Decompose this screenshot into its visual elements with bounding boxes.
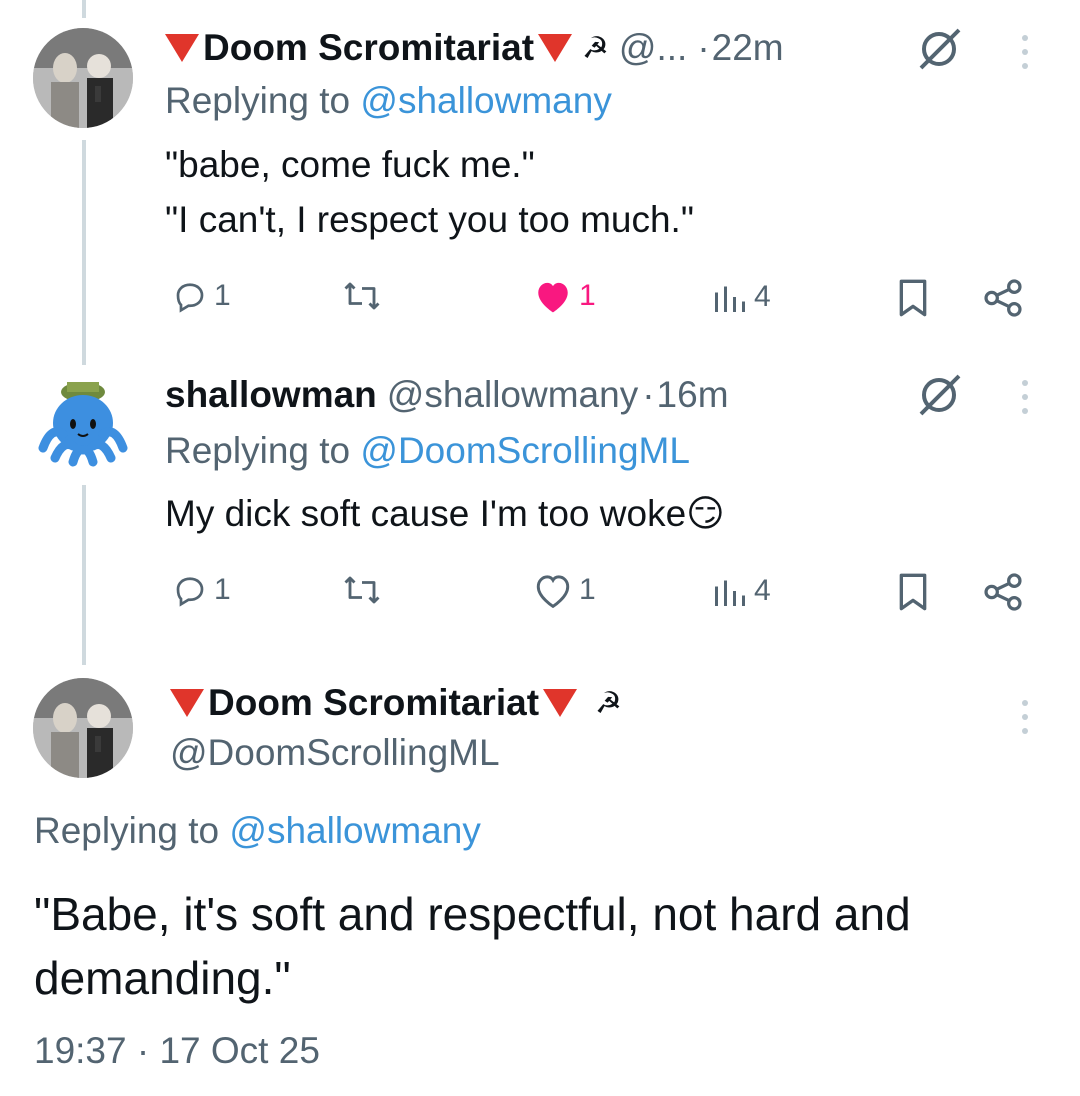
tweet-text: My dick soft cause I'm too woke😏 <box>165 486 725 541</box>
replying-prefix: Replying to <box>165 430 351 471</box>
share-button[interactable] <box>982 278 1024 318</box>
bookmark-icon <box>899 279 927 317</box>
bookmark-button[interactable] <box>895 278 931 318</box>
replying-to: Replying to @DoomScrollingML <box>165 430 690 472</box>
like-button[interactable]: 1 <box>533 278 596 314</box>
grok-icon[interactable] <box>915 372 965 421</box>
display-name[interactable]: Doom Scromitariat <box>208 682 539 724</box>
like-count: 1 <box>579 279 596 312</box>
tweet-text-line: My dick soft cause I'm too woke <box>165 493 687 534</box>
replying-to-handle[interactable]: @shallowmany <box>229 810 480 851</box>
retweet-icon <box>344 282 380 310</box>
replying-to: Replying to @shallowmany <box>165 80 612 122</box>
bookmark-button[interactable] <box>895 572 931 612</box>
views-icon <box>715 286 745 312</box>
red-triangle-icon <box>170 689 204 717</box>
tweet-text-line: "Babe, it's soft and respectful, not har… <box>34 888 911 940</box>
timestamp[interactable]: 16m <box>657 374 729 416</box>
avatar[interactable] <box>33 678 133 778</box>
tweet-text-line: demanding." <box>34 952 291 1004</box>
tweet-header: Doom Scromitariat ☭ <box>170 680 622 726</box>
tweet-header: Doom Scromitariat ☭ @... · 22m <box>165 25 784 71</box>
avatar[interactable] <box>33 368 133 468</box>
hammer-sickle-icon: ☭ <box>595 686 622 720</box>
red-triangle-icon <box>538 34 573 62</box>
retweet-button[interactable] <box>340 572 384 608</box>
heart-icon <box>536 575 570 608</box>
views-icon <box>715 580 745 606</box>
share-icon <box>984 573 1022 611</box>
replying-prefix: Replying to <box>165 80 351 121</box>
thread-line-2 <box>82 485 86 665</box>
grok-icon[interactable] <box>915 26 965 75</box>
more-icon[interactable] <box>1021 35 1029 69</box>
tweet-header: shallowman @shallowmany · 16m <box>165 372 729 418</box>
share-icon <box>984 279 1022 317</box>
like-button[interactable]: 1 <box>533 572 596 608</box>
avatar[interactable] <box>33 28 133 128</box>
reply-count: 1 <box>214 279 231 312</box>
retweet-button[interactable] <box>340 278 384 314</box>
tweet-text-line: "babe, come fuck me." <box>165 144 535 185</box>
more-icon[interactable] <box>1021 700 1029 734</box>
views-button[interactable]: 4 <box>712 574 771 608</box>
reply-button[interactable]: 1 <box>172 572 231 608</box>
handle[interactable]: @... <box>619 27 687 69</box>
reply-button[interactable]: 1 <box>172 278 231 314</box>
replying-to-handle[interactable]: @shallowmany <box>360 80 611 121</box>
display-name[interactable]: Doom Scromitariat <box>203 27 534 69</box>
views-button[interactable]: 4 <box>712 280 771 314</box>
hammer-sickle-icon: ☭ <box>582 31 609 65</box>
views-count: 4 <box>754 280 771 313</box>
more-icon[interactable] <box>1021 380 1029 414</box>
reply-icon <box>176 577 204 607</box>
separator-dot: · <box>642 374 655 415</box>
timestamp[interactable]: 22m <box>712 27 784 69</box>
separator-dot: · <box>697 27 710 68</box>
bookmark-icon <box>899 573 927 611</box>
red-triangle-icon <box>543 689 578 717</box>
red-triangle-icon <box>165 34 199 62</box>
tweet-text: "babe, come fuck me." "I can't, I respec… <box>165 137 694 247</box>
tweet-text: "Babe, it's soft and respectful, not har… <box>34 882 911 1010</box>
replying-prefix: Replying to <box>34 810 220 851</box>
tweet-text-line: "I can't, I respect you too much." <box>165 199 694 240</box>
share-button[interactable] <box>982 572 1024 612</box>
display-name[interactable]: shallowman <box>165 374 377 416</box>
replying-to-handle[interactable]: @DoomScrollingML <box>360 430 690 471</box>
handle[interactable]: @shallowmany <box>387 374 638 416</box>
thread-line-1 <box>82 140 86 365</box>
reply-count: 1 <box>214 573 231 606</box>
post-timestamp[interactable]: 19:37 · 17 Oct 25 <box>34 1030 320 1072</box>
replying-to: Replying to @shallowmany <box>34 810 481 852</box>
reply-icon <box>176 283 204 313</box>
heart-icon <box>538 282 568 313</box>
views-count: 4 <box>754 574 771 607</box>
like-count: 1 <box>579 573 596 606</box>
retweet-icon <box>344 576 380 604</box>
smirk-emoji: 😏 <box>686 492 725 535</box>
handle[interactable]: @DoomScrollingML <box>170 732 500 774</box>
thread-line-top <box>82 0 86 18</box>
